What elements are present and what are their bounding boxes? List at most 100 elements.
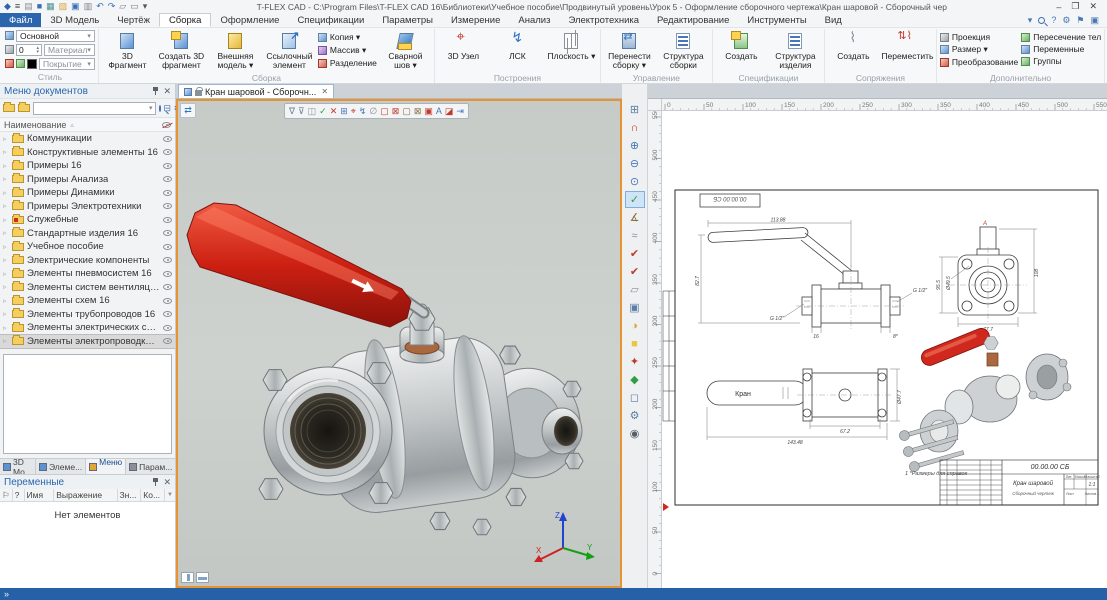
library-tree-item[interactable]: ▹Примеры Электротехники bbox=[0, 200, 175, 214]
ribbon-tab[interactable]: 3D Модель bbox=[41, 13, 108, 27]
ribbon-button[interactable]: Ссылочный элемент bbox=[264, 29, 315, 70]
check-curvature-icon[interactable]: ≈ bbox=[625, 227, 645, 244]
select-all-check-icon[interactable]: ✓ bbox=[319, 107, 327, 116]
ribbon-button[interactable]: Преобразование bbox=[940, 57, 1018, 67]
render-mode-icon[interactable]: ◑ bbox=[625, 317, 645, 334]
settings-gear-icon[interactable]: ⚙ bbox=[1062, 15, 1070, 26]
flag-icon[interactable]: ⚑ bbox=[1076, 15, 1084, 26]
visibility-eye-icon[interactable] bbox=[163, 149, 172, 155]
undo-icon[interactable]: ↶ bbox=[96, 2, 104, 11]
axes-icon[interactable]: ↯ bbox=[359, 107, 367, 116]
ribbon-button[interactable]: 3D Узел bbox=[438, 29, 489, 61]
viewport-3d[interactable]: ⇄ ∇⊽◫✓✕⊞⌖↯∅▢⊠▢⊠▣A◪⇥ Z X Y bbox=[176, 99, 622, 588]
filter-layers-icon[interactable]: ◫ bbox=[308, 107, 317, 116]
selection-filter-icon[interactable]: ∇ bbox=[289, 107, 295, 116]
expand-arrow-icon[interactable]: ▹ bbox=[3, 175, 9, 183]
expand-arrow-icon[interactable]: ▹ bbox=[3, 148, 9, 156]
ribbon-tab[interactable]: Параметры bbox=[373, 13, 442, 27]
add-library-icon[interactable] bbox=[3, 104, 15, 112]
zoom-all-icon[interactable]: ⊙ bbox=[625, 173, 645, 190]
level-stepper[interactable]: 0▴▾ bbox=[16, 44, 42, 56]
library-tree-item[interactable]: ▹Конструктивные элементы 16 bbox=[0, 146, 175, 160]
ribbon-button[interactable]: Сварной шов ▾ bbox=[380, 29, 431, 70]
search-icon[interactable] bbox=[159, 105, 161, 112]
measure-icon[interactable]: ✓ bbox=[625, 191, 645, 208]
workplane-icon[interactable]: ⊞ bbox=[340, 107, 348, 116]
hide-all-bodies-icon[interactable]: ⊠ bbox=[392, 107, 400, 116]
expand-arrow-icon[interactable]: ▹ bbox=[3, 270, 9, 278]
ribbon-button[interactable]: Размер ▾ bbox=[940, 44, 1018, 55]
ribbon-tab[interactable]: Электротехника bbox=[559, 13, 648, 27]
library-tree-item[interactable]: ▹Служебные bbox=[0, 213, 175, 227]
camera-icon[interactable]: ◉ bbox=[625, 425, 645, 442]
library-tree-item[interactable]: ▹Стандартные изделия 16 bbox=[0, 227, 175, 241]
drawing-canvas[interactable]: 00.00.00 СБ bbox=[662, 111, 1107, 588]
expand-arrow-icon[interactable]: ▹ bbox=[3, 135, 9, 143]
panel-tab[interactable]: 3D Мо... bbox=[0, 459, 36, 474]
coating-select[interactable]: Покрытие▾ bbox=[39, 58, 95, 70]
ribbon-tab[interactable]: Инструменты bbox=[738, 13, 815, 27]
visibility-eye-icon[interactable] bbox=[163, 325, 172, 331]
library-tree-item[interactable]: ▹Элементы трубопроводов 16 bbox=[0, 308, 175, 322]
filter-window-icon[interactable]: ⊽ bbox=[298, 107, 305, 116]
ribbon-button[interactable]: Проекция bbox=[940, 32, 1018, 42]
expand-arrow-icon[interactable]: ▹ bbox=[3, 189, 9, 197]
visibility-eye-icon[interactable] bbox=[163, 271, 172, 277]
scene-browser-toggle[interactable]: ⇄ bbox=[180, 103, 196, 118]
search-input[interactable] bbox=[34, 103, 149, 114]
variables-column-header[interactable]: ? bbox=[13, 489, 25, 501]
filter-funnel-icon[interactable]: ▼ bbox=[165, 489, 175, 501]
ribbon-button[interactable]: Пересечение тел bbox=[1021, 32, 1101, 42]
visibility-eye-icon[interactable] bbox=[163, 244, 172, 250]
visibility-eye-icon[interactable] bbox=[163, 176, 172, 182]
visibility-eye-icon[interactable] bbox=[163, 257, 172, 263]
workplanes-icon[interactable]: ⊞ bbox=[625, 101, 645, 118]
clip-box-icon[interactable]: ▣ bbox=[625, 299, 645, 316]
search-icon[interactable] bbox=[1038, 17, 1045, 24]
library-tree-item[interactable]: ▹Элементы электропроводки 16 bbox=[0, 335, 175, 349]
tree-column-header[interactable]: Наименование ▵ bbox=[0, 118, 175, 132]
exit-context-icon[interactable]: ⇥ bbox=[456, 107, 464, 116]
section-plane-icon[interactable]: ▱ bbox=[625, 281, 645, 298]
camera-view-icon[interactable]: ◆ bbox=[625, 371, 645, 388]
close-tab-button[interactable]: ✕ bbox=[321, 87, 328, 96]
isolate-body-icon[interactable]: ▣ bbox=[424, 107, 433, 116]
expand-arrow-icon[interactable]: ▹ bbox=[3, 337, 9, 345]
expand-arrow-icon[interactable]: ▹ bbox=[3, 310, 9, 318]
show-all-bodies-icon[interactable]: ⊠ bbox=[414, 107, 422, 116]
visibility-column-icon[interactable] bbox=[162, 122, 171, 128]
check-model-icon[interactable]: ✔ bbox=[625, 245, 645, 262]
new-document-icon[interactable]: ▤ bbox=[24, 2, 33, 11]
minimize-button[interactable]: – bbox=[1056, 2, 1061, 12]
ribbon-tab[interactable]: Чертёж bbox=[108, 13, 159, 27]
pin-icon[interactable] bbox=[153, 87, 158, 96]
preview-icon[interactable]: ▱ bbox=[119, 2, 126, 11]
library-tree-item[interactable]: ▹Учебное пособие bbox=[0, 240, 175, 254]
library-tree-item[interactable]: ▹Примеры Динамики bbox=[0, 186, 175, 200]
library-tree-item[interactable]: ▹Элементы схем 16 bbox=[0, 294, 175, 308]
ribbon-button[interactable]: Копия ▾ bbox=[318, 32, 377, 43]
material-icon[interactable]: ■ bbox=[625, 335, 645, 352]
open-library-icon[interactable] bbox=[18, 104, 30, 112]
ribbon-button[interactable]: 3D Фрагмент bbox=[102, 29, 153, 70]
ribbon-button[interactable]: Плоскость ▾ bbox=[546, 29, 597, 61]
ribbon-button[interactable]: Внешняя модель ▾ bbox=[210, 29, 261, 70]
library-tree-item[interactable]: ▹Примеры Анализа bbox=[0, 173, 175, 187]
expand-arrow-icon[interactable]: ▹ bbox=[3, 243, 9, 251]
document-tab[interactable]: Кран шаровой - Сборочн... ✕ bbox=[178, 84, 334, 98]
pin-icon[interactable] bbox=[153, 478, 158, 487]
new-drawing-icon[interactable]: ▦ bbox=[46, 2, 55, 11]
drawing-window[interactable]: 050100150200250300350400450500550 550500… bbox=[648, 99, 1107, 588]
ribbon-tab[interactable]: Спецификации bbox=[288, 13, 373, 27]
measure-element-icon[interactable]: ∡ bbox=[625, 209, 645, 226]
visibility-eye-icon[interactable] bbox=[163, 217, 172, 223]
expand-arrow-icon[interactable]: ▹ bbox=[3, 256, 9, 264]
ribbon-button[interactable]: Создать 3D фрагмент bbox=[156, 29, 207, 70]
library-tree-item[interactable]: ▹Элементы систем вентиляции 16 bbox=[0, 281, 175, 295]
check-assembly-icon[interactable]: ✔ bbox=[625, 263, 645, 280]
open-document-icon[interactable]: ▨ bbox=[59, 2, 68, 11]
style-select[interactable]: Основной▾ bbox=[16, 30, 95, 42]
expand-arrow-icon[interactable]: ▹ bbox=[3, 162, 9, 170]
tflex-logo[interactable]: ◆ bbox=[4, 2, 11, 11]
new-3d-model-icon[interactable]: ■ bbox=[37, 2, 42, 11]
